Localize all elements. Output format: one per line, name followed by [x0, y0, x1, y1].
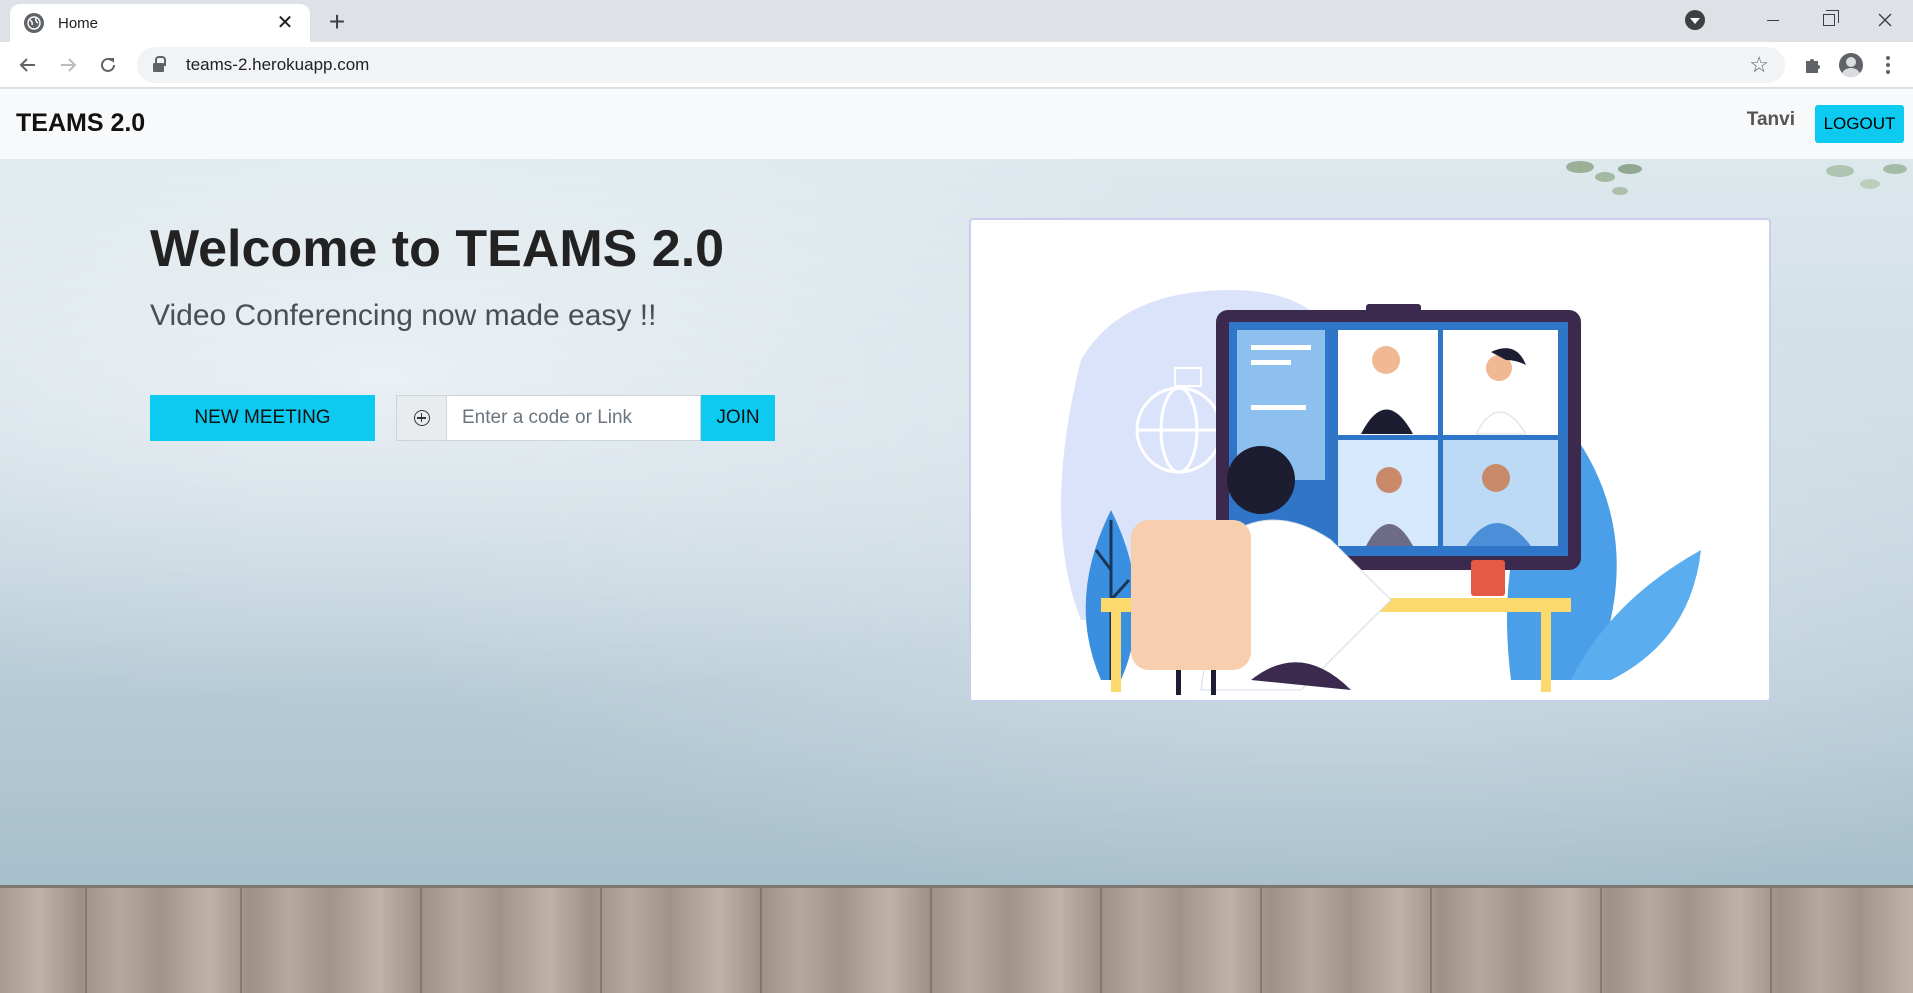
brand-logo[interactable]: TEAMS 2.0: [16, 109, 145, 138]
plus-circle-icon: [413, 410, 430, 426]
illustration-card: [969, 218, 1771, 702]
forward-icon[interactable]: [54, 51, 82, 79]
globe-icon: [24, 13, 44, 33]
tab-title: Home: [58, 14, 99, 32]
join-button[interactable]: JOIN: [701, 395, 775, 441]
new-meeting-button[interactable]: NEW MEETING: [150, 395, 375, 441]
wooden-floor: [0, 885, 1913, 993]
tab-search-icon[interactable]: [1685, 10, 1705, 30]
site-navbar: TEAMS 2.0 Tanvi LOGOUT: [0, 89, 1913, 159]
browser-tabstrip: Home ✕ +: [0, 0, 1913, 42]
page: TEAMS 2.0 Tanvi LOGOUT Welcome to TEAMS …: [0, 89, 1913, 993]
star-icon[interactable]: ☆: [1749, 52, 1769, 78]
close-icon[interactable]: ✕: [274, 13, 296, 33]
meeting-code-input[interactable]: [447, 395, 701, 441]
browser-tab[interactable]: Home ✕: [10, 4, 310, 42]
back-icon[interactable]: [14, 51, 42, 79]
reload-icon[interactable]: [94, 51, 122, 79]
window-controls: [1685, 0, 1913, 40]
address-bar[interactable]: teams-2.herokuapp.com ☆: [137, 47, 1785, 83]
window-close-icon[interactable]: [1857, 0, 1913, 40]
puzzle-icon[interactable]: [1800, 52, 1826, 78]
hero-title-brand: TEAMS 2.0: [455, 220, 725, 278]
minimize-icon[interactable]: [1745, 0, 1801, 40]
url-text[interactable]: teams-2.herokuapp.com: [186, 55, 1749, 75]
join-input-group: JOIN: [396, 395, 775, 441]
logout-button[interactable]: LOGOUT: [1815, 105, 1904, 143]
plant-decoration: [1566, 161, 1642, 195]
video-conference-illustration: [1061, 290, 1701, 695]
user-name: Tanvi: [1746, 109, 1795, 130]
plus-icon[interactable]: +: [322, 8, 352, 38]
hero-title-prefix: Welcome to: [150, 220, 456, 278]
hero-title: Welcome to TEAMS 2.0: [150, 219, 724, 279]
join-prefix: [396, 395, 447, 441]
browser-toolbar: teams-2.herokuapp.com ☆: [0, 42, 1913, 88]
lock-icon[interactable]: [153, 56, 166, 72]
hero-subtitle: Video Conferencing now made easy !!: [150, 299, 657, 332]
plant-decoration: [1826, 164, 1907, 189]
profile-icon[interactable]: [1839, 53, 1863, 77]
restore-icon[interactable]: [1801, 0, 1857, 40]
menu-icon[interactable]: [1880, 52, 1896, 78]
